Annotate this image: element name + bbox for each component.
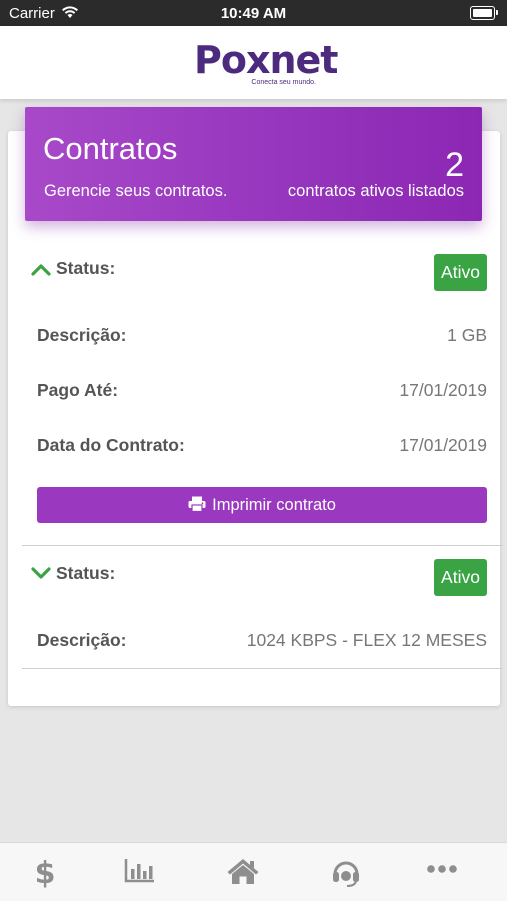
print-contract-label: Imprimir contrato: [212, 496, 336, 514]
page-title: Contratos: [43, 131, 178, 166]
clock: 10:49 AM: [220, 5, 287, 22]
descricao-label: Descrição:: [37, 630, 127, 650]
data-contrato-label: Data do Contrato:: [37, 435, 185, 455]
battery-icon: [470, 6, 498, 20]
pago-ate-label: Pago Até:: [37, 380, 119, 400]
status-label: Status:: [56, 258, 116, 278]
contracts-banner: Contratos Gerencie seus contratos. 2 con…: [25, 107, 482, 221]
chevron-up-icon: [31, 262, 51, 276]
app-header: Poxnet Conecta seu mundo.: [0, 26, 507, 99]
contract-item: Status: Ativo Descrição: 1 GB Pago Até: …: [22, 239, 503, 546]
tab-consumo[interactable]: [110, 843, 170, 901]
contract-toggle[interactable]: Status:: [22, 239, 172, 283]
poxnet-logo: Poxnet Conecta seu mundo.: [190, 36, 338, 91]
divider: [22, 668, 503, 669]
status-badge: Ativo: [434, 559, 487, 596]
chevron-down-icon: [31, 566, 51, 580]
tab-financeiro[interactable]: $: [15, 843, 75, 901]
status-label: Status:: [56, 563, 116, 583]
logo-tagline: Conecta seu mundo.: [251, 79, 316, 86]
print-contract-button[interactable]: Imprimir contrato: [37, 487, 487, 523]
tab-mais[interactable]: [412, 843, 472, 901]
tab-bar: $: [0, 842, 507, 901]
tab-suporte[interactable]: [316, 843, 376, 901]
contract-toggle[interactable]: Status:: [22, 544, 172, 588]
data-contrato-value: 17/01/2019: [399, 435, 487, 455]
active-contracts-count: 2: [445, 146, 464, 184]
descricao-label: Descrição:: [37, 325, 127, 345]
descricao-value: 1024 KBPS - FLEX 12 MESES: [246, 630, 487, 650]
descricao-value: 1 GB: [447, 325, 487, 345]
pago-ate-value: 17/01/2019: [399, 380, 487, 400]
printer-icon: [188, 496, 212, 514]
active-contracts-label: contratos ativos listados: [287, 182, 464, 200]
status-badge: Ativo: [434, 254, 487, 291]
status-bar: Carrier 10:49 AM: [0, 0, 507, 26]
page-subtitle: Gerencie seus contratos.: [44, 182, 228, 200]
logo-text: Poxnet: [194, 38, 338, 82]
tab-home[interactable]: [213, 843, 273, 901]
svg-text:$: $: [35, 857, 55, 889]
contract-item: Status: Ativo Descrição: 1024 KBPS - FLE…: [22, 544, 503, 670]
